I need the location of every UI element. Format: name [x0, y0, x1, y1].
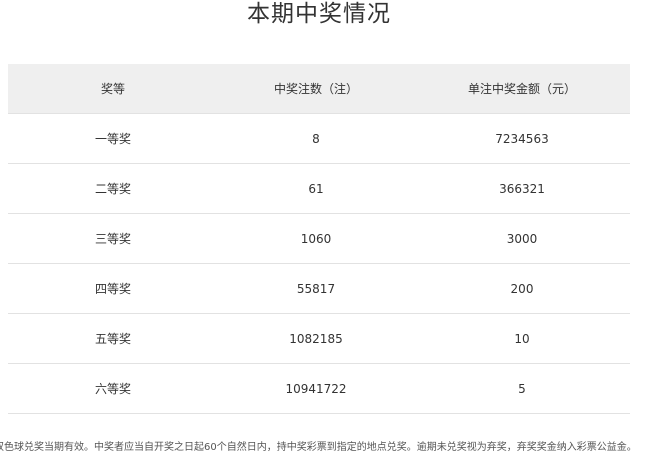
prize-level: 四等奖	[8, 263, 218, 314]
prize-amount: 3000	[414, 213, 630, 264]
prize-amount: 7234563	[414, 113, 630, 164]
prize-level: 二等奖	[8, 163, 218, 214]
header-prize-level: 奖等	[8, 64, 218, 114]
winning-count: 1082185	[218, 313, 414, 364]
winning-count: 1060	[218, 213, 414, 264]
prize-amount: 5	[414, 363, 630, 414]
prize-amount: 200	[414, 263, 630, 314]
header-prize-amount: 单注中奖金额（元）	[414, 64, 630, 114]
prize-amount: 10	[414, 313, 630, 364]
winning-count: 10941722	[218, 363, 414, 414]
table-row: 一等奖 8 7234563	[8, 113, 630, 164]
winning-count: 8	[218, 113, 414, 164]
header-winning-count: 中奖注数（注）	[218, 64, 414, 114]
table-row: 六等奖 10941722 5	[8, 363, 630, 414]
table-row: 五等奖 1082185 10	[8, 313, 630, 364]
prize-level: 六等奖	[8, 363, 218, 414]
page-title: 本期中奖情况	[247, 1, 391, 27]
redemption-note: 双色球兑奖当期有效。中奖者应当自开奖之日起60个自然日内，持中奖彩票到指定的地点…	[0, 442, 637, 453]
winning-count: 55817	[218, 263, 414, 314]
prize-level: 五等奖	[8, 313, 218, 364]
prize-amount: 366321	[414, 163, 630, 214]
table-row: 三等奖 1060 3000	[8, 213, 630, 264]
table-row: 四等奖 55817 200	[8, 263, 630, 314]
table-row: 二等奖 61 366321	[8, 163, 630, 214]
prize-table: 奖等 中奖注数（注） 单注中奖金额（元） 一等奖 8 7234563 二等奖 6…	[8, 64, 630, 414]
winning-count: 61	[218, 163, 414, 214]
prize-page: 本期中奖情况 奖等 中奖注数（注） 单注中奖金额（元） 一等奖 8 723456…	[0, 0, 650, 466]
prize-level: 三等奖	[8, 213, 218, 264]
table-header-row: 奖等 中奖注数（注） 单注中奖金额（元）	[8, 64, 630, 114]
prize-level: 一等奖	[8, 113, 218, 164]
